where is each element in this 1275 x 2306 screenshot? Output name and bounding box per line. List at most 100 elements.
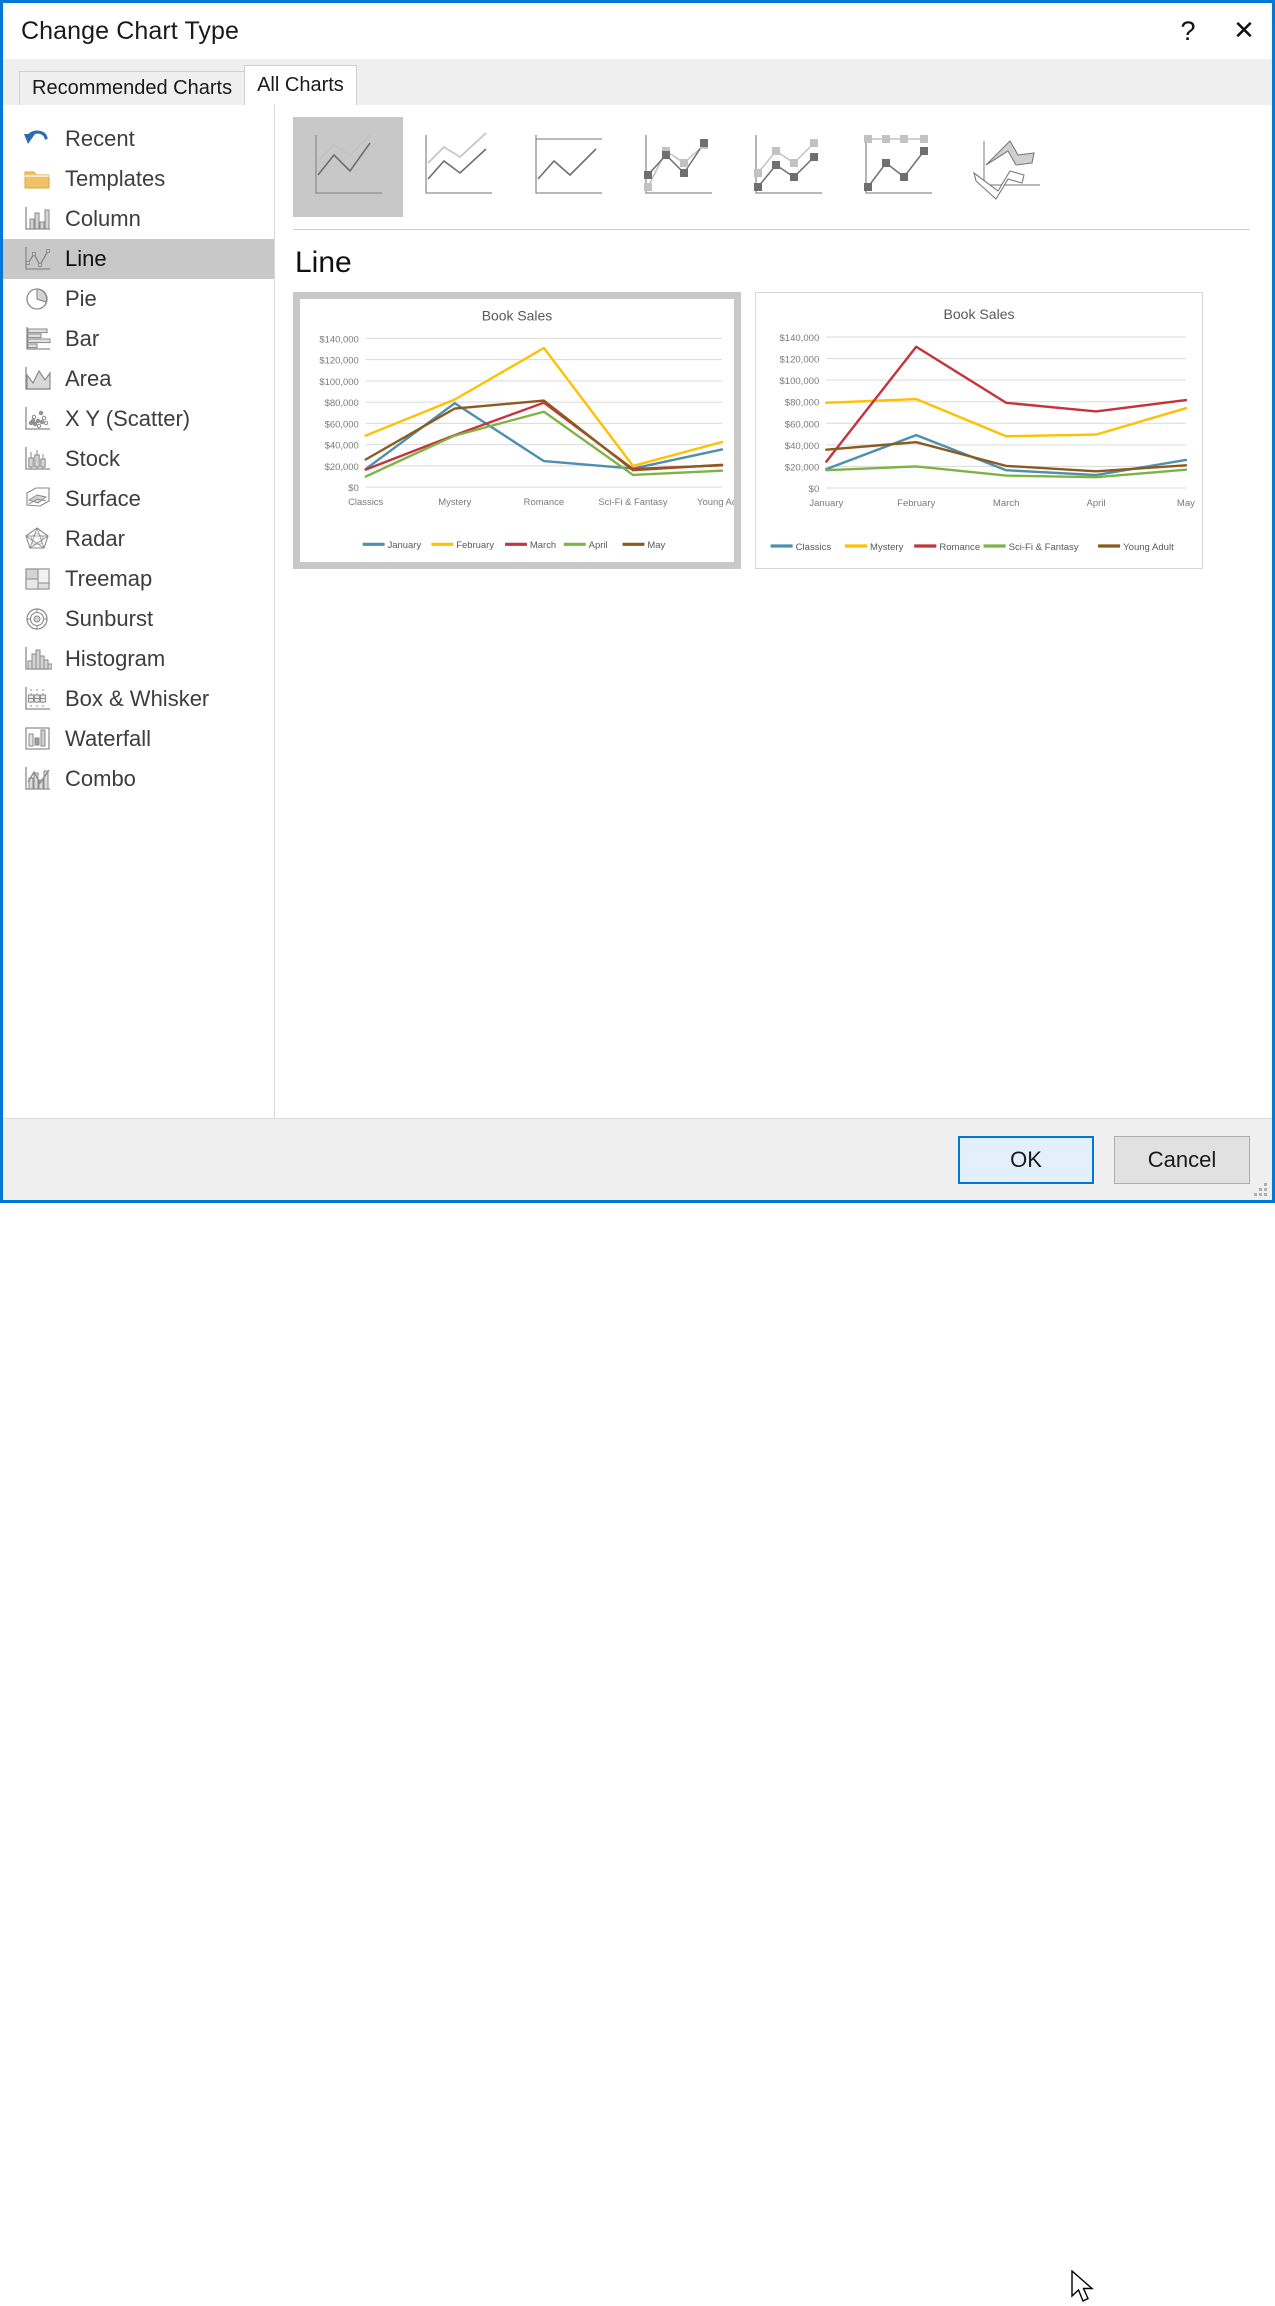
- sidebar-item-column[interactable]: Column: [3, 199, 274, 239]
- svg-text:February: February: [897, 498, 935, 509]
- folder-icon: [15, 162, 59, 196]
- sidebar-item-label: Pie: [65, 286, 97, 312]
- subtype-thumb-stacked-line[interactable]: [403, 117, 513, 217]
- sidebar-item-templates[interactable]: Templates: [3, 159, 274, 199]
- tab-all-charts[interactable]: All Charts: [244, 65, 357, 105]
- sidebar-item-label: Radar: [65, 526, 125, 552]
- svg-text:March: March: [530, 539, 556, 550]
- divider: [293, 229, 1250, 230]
- ok-button[interactable]: OK: [958, 1136, 1094, 1184]
- tab-recommended-charts[interactable]: Recommended Charts: [19, 71, 245, 105]
- line-chart-icon: [15, 242, 59, 276]
- svg-text:Classics: Classics: [348, 496, 383, 507]
- cancel-button[interactable]: Cancel: [1114, 1136, 1250, 1184]
- sidebar-item-label: Box & Whisker: [65, 686, 209, 712]
- chart-type-sidebar: Recent Templates Column Line Pie Bar Area X Y (…: [3, 105, 275, 1118]
- svg-text:$40,000: $40,000: [325, 440, 359, 451]
- svg-text:Romance: Romance: [939, 542, 980, 553]
- sidebar-item-label: Histogram: [65, 646, 165, 672]
- sidebar-item-waterfall[interactable]: Waterfall: [3, 719, 274, 759]
- treemap-icon: [15, 562, 59, 596]
- svg-text:$140,000: $140,000: [319, 333, 358, 344]
- close-icon[interactable]: ✕: [1216, 3, 1272, 59]
- svg-text:$20,000: $20,000: [325, 461, 359, 472]
- sidebar-item-sunburst[interactable]: Sunburst: [3, 599, 274, 639]
- svg-text:Mystery: Mystery: [870, 542, 904, 553]
- sidebar-item-label: Column: [65, 206, 141, 232]
- svg-text:March: March: [993, 498, 1019, 509]
- svg-text:Sci-Fi & Fantasy: Sci-Fi & Fantasy: [598, 496, 668, 507]
- subtype-thumb-line-with-markers[interactable]: [623, 117, 733, 217]
- histogram-icon: [15, 642, 59, 676]
- chart-preview-right: Book Sales $0 $20,000 $40,000 $60,000 $80,000…: [760, 297, 1198, 564]
- subtype-thumb-100-percent-stacked-line[interactable]: [513, 117, 623, 217]
- chart-subtype-pane: Line Book Sales$0$20,000$40,000$60,000$8…: [275, 105, 1272, 1118]
- window-controls: ? ✕: [1160, 3, 1272, 59]
- subtype-thumb-3d-line[interactable]: [953, 117, 1063, 217]
- sidebar-item-bar[interactable]: Bar: [3, 319, 274, 359]
- area-chart-icon: [15, 362, 59, 396]
- sidebar-item-label: X Y (Scatter): [65, 406, 190, 432]
- sidebar-item-label: Stock: [65, 446, 120, 472]
- chart-preview-row: Book Sales $0 $20,000 $40,000 $60,000 $80,000…: [293, 292, 1250, 569]
- subtype-thumb-line[interactable]: [293, 117, 403, 217]
- sidebar-item-label: Line: [65, 246, 107, 272]
- sidebar-item-surface[interactable]: Surface: [3, 479, 274, 519]
- sidebar-item-recent[interactable]: Recent: [3, 119, 274, 159]
- title-bar: Change Chart Type ? ✕: [3, 3, 1272, 59]
- sidebar-item-line[interactable]: Line: [3, 239, 274, 279]
- svg-text:Young Adult: Young Adult: [1123, 542, 1174, 553]
- svg-text:$0: $0: [348, 482, 359, 493]
- sunburst-icon: [15, 602, 59, 636]
- svg-text:Book Sales: Book Sales: [482, 308, 553, 324]
- svg-text:Book Sales: Book Sales: [943, 306, 1014, 322]
- box-whisker-icon: [15, 682, 59, 716]
- subtype-thumb-stacked-line-with-markers[interactable]: [733, 117, 843, 217]
- tab-strip: Recommended Charts All Charts: [3, 59, 1272, 105]
- sidebar-item-pie[interactable]: Pie: [3, 279, 274, 319]
- sidebar-item-label: Surface: [65, 486, 141, 512]
- svg-text:$100,000: $100,000: [779, 376, 819, 387]
- svg-text:February: February: [456, 539, 494, 550]
- sidebar-item-histogram[interactable]: Histogram: [3, 639, 274, 679]
- sidebar-item-area[interactable]: Area: [3, 359, 274, 399]
- svg-text:January: January: [809, 498, 843, 509]
- resize-grip[interactable]: [1253, 1182, 1267, 1196]
- sidebar-item-radar[interactable]: Radar: [3, 519, 274, 559]
- radar-chart-icon: [15, 522, 59, 556]
- stock-chart-icon: [15, 442, 59, 476]
- svg-text:$120,000: $120,000: [319, 355, 358, 366]
- svg-text:May: May: [647, 539, 665, 550]
- sidebar-item-label: Sunburst: [65, 606, 153, 632]
- sidebar-item-stock[interactable]: Stock: [3, 439, 274, 479]
- svg-text:$60,000: $60,000: [325, 418, 359, 429]
- dialog-title: Change Chart Type: [21, 17, 239, 46]
- sidebar-item-combo[interactable]: Combo: [3, 759, 274, 799]
- svg-text:$80,000: $80,000: [785, 398, 819, 409]
- chart-preview-left: Book Sales$0$20,000$40,000$60,000$80,000…: [300, 299, 734, 562]
- combo-chart-icon: [15, 762, 59, 796]
- svg-text:$40,000: $40,000: [785, 441, 819, 452]
- svg-text:April: April: [1086, 498, 1105, 509]
- svg-text:$0: $0: [809, 484, 820, 495]
- svg-text:$60,000: $60,000: [785, 419, 819, 430]
- svg-text:$100,000: $100,000: [319, 376, 358, 387]
- chart-preview-left[interactable]: Book Sales$0$20,000$40,000$60,000$80,000…: [293, 292, 741, 569]
- svg-text:January: January: [388, 539, 422, 550]
- svg-text:$120,000: $120,000: [779, 355, 819, 366]
- chart-preview-right[interactable]: Book Sales $0 $20,000 $40,000 $60,000 $80,000…: [755, 292, 1203, 569]
- sidebar-item-x-y-scatter[interactable]: X Y (Scatter): [3, 399, 274, 439]
- svg-text:May: May: [1177, 498, 1195, 509]
- dialog-footer: OK Cancel: [3, 1118, 1272, 1200]
- subtype-thumb-100-percent-stacked-line-markers[interactable]: [843, 117, 953, 217]
- sidebar-item-label: Waterfall: [65, 726, 151, 752]
- sidebar-item-treemap[interactable]: Treemap: [3, 559, 274, 599]
- svg-text:April: April: [589, 539, 608, 550]
- sidebar-item-label: Recent: [65, 126, 135, 152]
- dialog-body: Recent Templates Column Line Pie Bar Area X Y (…: [3, 105, 1272, 1118]
- sidebar-item-box-whisker[interactable]: Box & Whisker: [3, 679, 274, 719]
- svg-text:$20,000: $20,000: [785, 462, 819, 473]
- sidebar-item-label: Area: [65, 366, 111, 392]
- help-icon[interactable]: ?: [1160, 3, 1216, 59]
- svg-text:Romance: Romance: [524, 496, 564, 507]
